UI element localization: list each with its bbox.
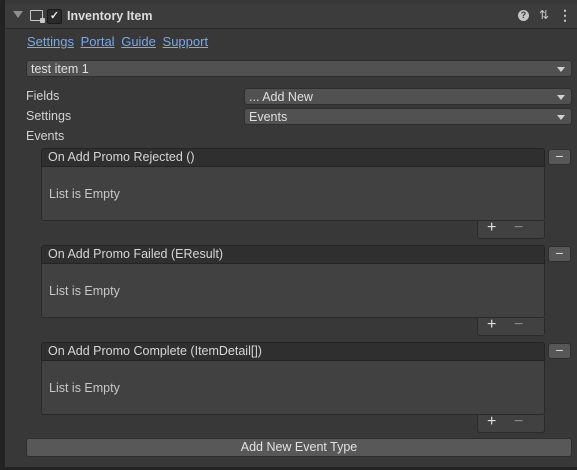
list-empty-text: List is Empty: [49, 187, 120, 201]
list-empty-text: List is Empty: [49, 284, 120, 298]
support-link[interactable]: Support: [163, 34, 209, 49]
remove-listener-button[interactable]: −: [514, 413, 523, 431]
events-label: Events: [26, 129, 65, 143]
settings-label: Settings: [26, 109, 72, 123]
chevron-down-icon: [557, 115, 565, 120]
item-select-dropdown[interactable]: test item 1: [26, 60, 572, 77]
add-new-event-type-button[interactable]: Add New Event Type: [26, 438, 572, 457]
event-list-footer: + −: [477, 316, 545, 336]
event-list-body: List is Empty: [41, 264, 545, 318]
component-header[interactable]: ✓ Inventory Item ? ⇅ ⋮: [5, 4, 577, 29]
settings-value: Events: [249, 110, 288, 124]
event-header: On Add Promo Rejected (): [41, 148, 545, 167]
remove-listener-button[interactable]: −: [514, 316, 523, 334]
kebab-menu-icon[interactable]: ⋮: [558, 8, 572, 22]
inspector-left-border: [0, 0, 5, 470]
foldout-arrow-icon[interactable]: [13, 11, 23, 18]
remove-listener-button[interactable]: −: [514, 219, 523, 237]
guide-link[interactable]: Guide: [121, 34, 156, 49]
remove-event-button[interactable]: −: [548, 246, 571, 262]
fields-value: ... Add New: [249, 90, 313, 104]
remove-event-button[interactable]: −: [548, 149, 571, 165]
event-list-footer: + −: [477, 219, 545, 239]
chevron-down-icon: [557, 67, 565, 72]
fields-dropdown[interactable]: ... Add New: [244, 88, 572, 105]
list-empty-text: List is Empty: [49, 381, 120, 395]
chevron-down-icon: [557, 95, 565, 100]
event-list-footer: + −: [477, 413, 545, 433]
settings-link[interactable]: Settings: [27, 34, 74, 49]
component-icon: [30, 10, 45, 23]
event-header: On Add Promo Failed (EResult): [41, 245, 545, 264]
remove-event-button[interactable]: −: [548, 343, 571, 359]
help-icon[interactable]: ?: [518, 10, 529, 21]
portal-link[interactable]: Portal: [81, 34, 115, 49]
item-select-value: test item 1: [31, 62, 89, 76]
add-listener-button[interactable]: +: [487, 219, 496, 237]
component-title: Inventory Item: [67, 9, 153, 23]
event-list-body: List is Empty: [41, 361, 545, 415]
link-bar: Settings Portal Guide Support: [27, 34, 211, 49]
event-header: On Add Promo Complete (ItemDetail[]): [41, 342, 545, 361]
presets-icon[interactable]: ⇅: [537, 8, 551, 22]
add-listener-button[interactable]: +: [487, 413, 496, 431]
enabled-checkbox[interactable]: ✓: [47, 9, 62, 24]
add-listener-button[interactable]: +: [487, 316, 496, 334]
event-list-body: List is Empty: [41, 167, 545, 221]
fields-label: Fields: [26, 89, 60, 103]
settings-dropdown[interactable]: Events: [244, 108, 572, 125]
